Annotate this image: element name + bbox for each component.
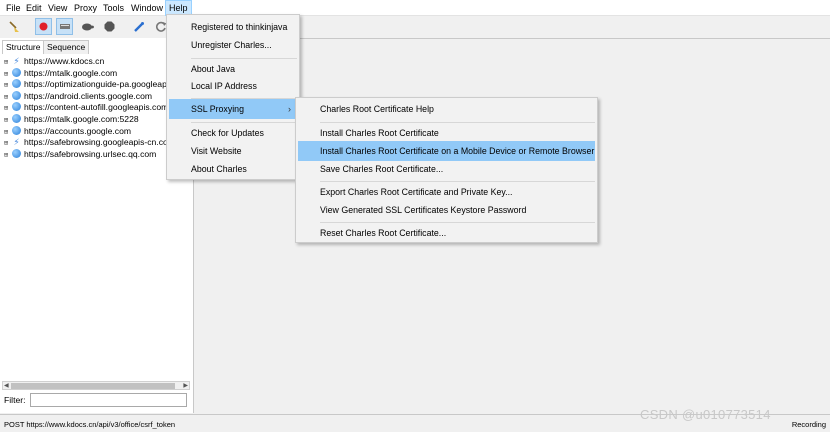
- tab-sequence[interactable]: Sequence: [43, 40, 90, 54]
- expand-icon[interactable]: ⊞: [2, 150, 10, 161]
- menu-item-unregister[interactable]: Unregister Charles...: [169, 35, 297, 55]
- breakpoint-icon[interactable]: [101, 18, 118, 35]
- menu-view[interactable]: View: [45, 0, 70, 16]
- tree-row[interactable]: ⊞ https://accounts.google.com: [2, 125, 132, 138]
- host-label: https://accounts.google.com: [24, 125, 132, 136]
- expand-icon[interactable]: ⊞: [2, 115, 10, 126]
- expand-icon[interactable]: ⊞: [2, 103, 10, 114]
- menu-file[interactable]: File: [3, 0, 24, 16]
- menu-item-check-updates[interactable]: Check for Updates: [169, 123, 297, 143]
- host-label: https://www.kdocs.cn: [24, 56, 105, 66]
- globe-icon: [12, 114, 21, 123]
- menu-item-view-keystore-password[interactable]: View Generated SSL Certificates Keystore…: [298, 200, 595, 220]
- host-label: https://safebrowsing.googleapis-cn.com: [24, 137, 175, 148]
- tree-row[interactable]: ⊞ https://mtalk.google.com: [2, 67, 118, 80]
- globe-icon: [12, 102, 21, 112]
- menu-item-reset-root-cert[interactable]: Reset Charles Root Certificate...: [298, 223, 595, 243]
- ssl-proxying-label: SSL Proxying: [191, 104, 244, 114]
- menu-proxy[interactable]: Proxy: [71, 0, 100, 16]
- scroll-left-icon[interactable]: ◀: [4, 382, 9, 390]
- menu-tools[interactable]: Tools: [100, 0, 127, 16]
- tab-structure[interactable]: Structure: [2, 40, 45, 54]
- status-recording: Recording: [791, 420, 826, 429]
- help-menu: Registered to thinkinjava Unregister Cha…: [166, 14, 300, 180]
- expand-icon[interactable]: ⊞: [2, 92, 10, 103]
- menu-bar: File Edit View Proxy Tools Window Help: [0, 0, 830, 16]
- status-last-request: POST https://www.kdocs.cn/api/v3/office/…: [4, 420, 176, 429]
- host-label: https://content-autofill.googleapis.com: [24, 102, 169, 113]
- toolbar: [0, 16, 830, 38]
- tree-row[interactable]: ⊞ https://safebrowsing.urlsec.qq.com: [2, 148, 157, 161]
- tree-row[interactable]: ⊞ ⚡ https://safebrowsing.googleapis-cn.com: [2, 137, 175, 148]
- ssl-proxying-submenu: Charles Root Certificate Help Install Ch…: [295, 97, 598, 243]
- bolt-icon: ⚡: [13, 56, 20, 66]
- menu-item-ssl-proxying[interactable]: SSL Proxying ›: [169, 99, 297, 119]
- menu-item-save-root-cert[interactable]: Save Charles Root Certificate...: [298, 159, 595, 179]
- menu-item-install-mobile-cert[interactable]: Install Charles Root Certificate on a Mo…: [298, 141, 595, 161]
- tree-row[interactable]: ⊞ https://optimizationguide-pa.googleapis…: [2, 79, 185, 90]
- tree-row[interactable]: ⊞ https://mtalk.google.com:5228: [2, 114, 139, 125]
- host-label: https://mtalk.google.com:5228: [24, 114, 139, 124]
- broom-icon[interactable]: [6, 18, 23, 35]
- menu-edit[interactable]: Edit: [23, 0, 45, 16]
- host-label: https://optimizationguide-pa.googleapis.…: [24, 79, 185, 90]
- bolt-icon: ⚡: [13, 137, 20, 148]
- tree-row[interactable]: ⊞ https://android.clients.google.com: [2, 90, 153, 103]
- throttle-icon[interactable]: [56, 18, 73, 35]
- menu-item-export-cert-key[interactable]: Export Charles Root Certificate and Priv…: [298, 182, 595, 202]
- menu-item-local-ip[interactable]: Local IP Address: [169, 76, 297, 96]
- record-icon[interactable]: [35, 18, 52, 35]
- menu-item-visit-website[interactable]: Visit Website: [169, 141, 297, 161]
- menu-item-root-cert-help[interactable]: Charles Root Certificate Help: [298, 99, 595, 119]
- globe-icon: [12, 67, 21, 77]
- structure-panel: Structure Sequence ⊞ ⚡ https://www.kdocs.c…: [0, 38, 194, 413]
- turtle-icon[interactable]: [79, 18, 96, 35]
- horizontal-scrollbar[interactable]: ◀ ▶: [2, 381, 190, 390]
- chevron-right-icon: ›: [288, 104, 291, 114]
- watermark: CSDN @u010773514: [640, 407, 771, 422]
- filter-label: Filter:: [4, 395, 26, 405]
- filter-input[interactable]: [30, 393, 187, 407]
- host-label: https://mtalk.google.com: [24, 67, 118, 78]
- expand-icon[interactable]: ⊞: [2, 80, 10, 91]
- tree-row[interactable]: ⊞ ⚡ https://www.kdocs.cn: [2, 56, 104, 67]
- expand-icon[interactable]: ⊞: [2, 57, 10, 68]
- expand-icon[interactable]: ⊞: [2, 69, 10, 80]
- host-label: https://safebrowsing.urlsec.qq.com: [24, 148, 157, 159]
- scroll-right-icon[interactable]: ▶: [183, 382, 188, 390]
- host-tree: ⊞ ⚡ https://www.kdocs.cn ⊞ https://mtalk.go…: [0, 55, 194, 375]
- menu-window[interactable]: Window: [128, 0, 166, 16]
- pen-icon[interactable]: [130, 18, 147, 35]
- menu-item-registered[interactable]: Registered to thinkinjava: [169, 17, 297, 37]
- globe-icon: [12, 79, 21, 89]
- globe-icon: [12, 125, 21, 135]
- host-label: https://android.clients.google.com: [24, 90, 153, 101]
- menu-item-about-charles[interactable]: About Charles: [169, 159, 297, 179]
- tree-row[interactable]: ⊞ https://content-autofill.googleapis.com: [2, 102, 168, 113]
- globe-icon: [12, 148, 21, 158]
- expand-icon[interactable]: ⊞: [2, 127, 10, 138]
- menu-item-install-root-cert[interactable]: Install Charles Root Certificate: [298, 123, 595, 143]
- scrollbar-thumb[interactable]: [11, 383, 175, 389]
- expand-icon[interactable]: ⊞: [2, 138, 10, 149]
- globe-icon: [12, 90, 21, 100]
